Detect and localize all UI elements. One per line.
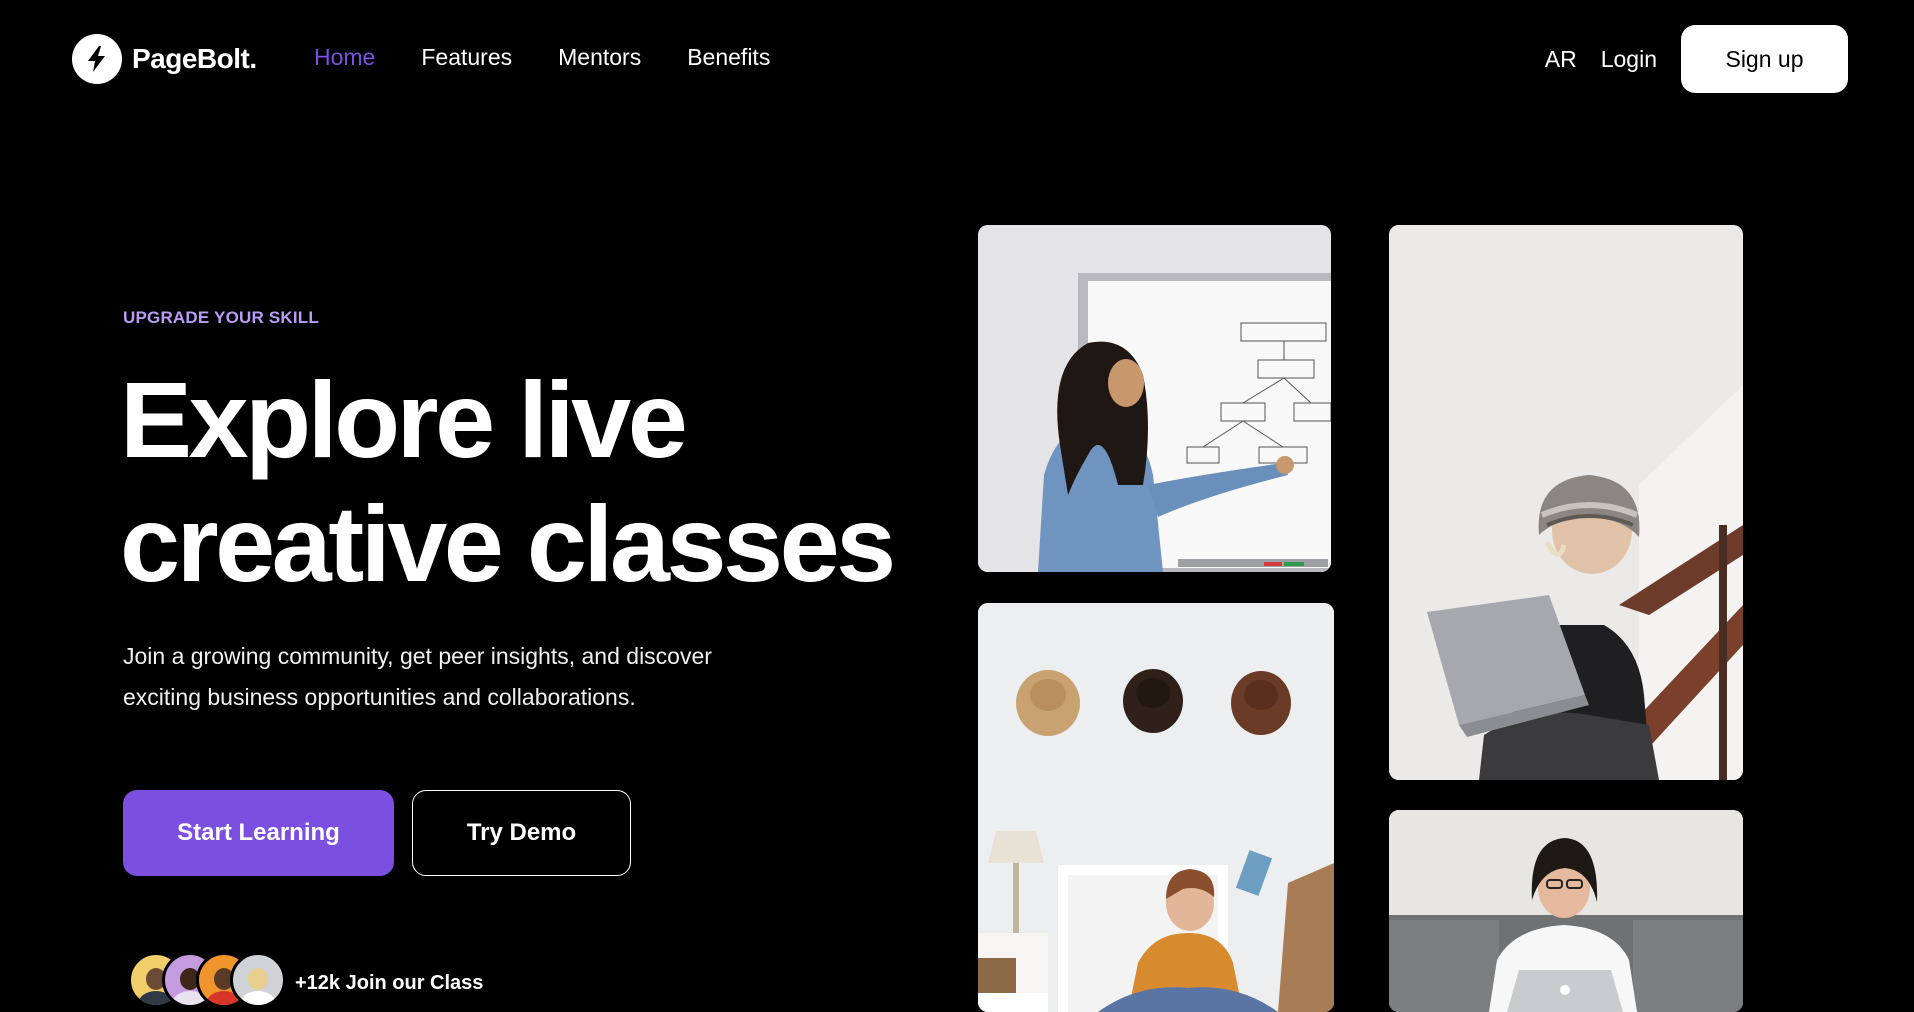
photo-stairs-laptop-student [1389, 225, 1743, 780]
bolt-icon [72, 34, 122, 84]
main-nav-links: Home Features Mentors Benefits [314, 44, 770, 71]
avatar [230, 952, 286, 1008]
nav-link-benefits[interactable]: Benefits [687, 44, 770, 71]
join-count-text: +12k Join our Class [295, 972, 484, 994]
photo-whiteboard-student [978, 225, 1331, 572]
start-learning-button[interactable]: Start Learning [123, 790, 394, 876]
login-link[interactable]: Login [1601, 46, 1657, 73]
headline-line-2: creative classes [120, 483, 896, 604]
description-line-1: Join a growing community, get peer insig… [123, 643, 712, 669]
headline-line-1: Explore live [120, 359, 688, 480]
description-line-2: exciting business opportunities and coll… [123, 684, 636, 710]
brand-logo[interactable]: PageBolt. [72, 34, 257, 84]
hero-eyebrow: UPGRADE YOUR SKILL [123, 308, 319, 327]
nav-link-mentors[interactable]: Mentors [558, 44, 641, 71]
nav-link-home[interactable]: Home [314, 44, 375, 71]
brand-name: PageBolt. [132, 43, 257, 74]
nav-actions: AR Login Sign up [1545, 25, 1848, 93]
language-switch[interactable]: AR [1545, 46, 1577, 73]
signup-button[interactable]: Sign up [1681, 25, 1848, 93]
photo-sofa-laptop-student [1389, 810, 1743, 1012]
student-avatars [128, 952, 286, 1008]
top-navigation: PageBolt. Home Features Mentors Benefits… [0, 0, 1914, 118]
try-demo-button[interactable]: Try Demo [412, 790, 631, 876]
photo-bedroom-hats-student [978, 603, 1334, 1012]
hero-headline: Explore live creative classes [120, 358, 920, 606]
hero-description: Join a growing community, get peer insig… [123, 636, 823, 718]
nav-link-features[interactable]: Features [421, 44, 512, 71]
